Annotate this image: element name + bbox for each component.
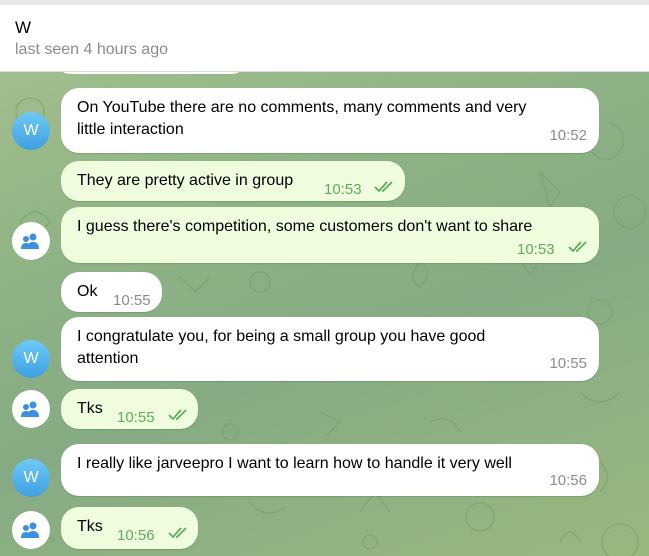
my-avatar[interactable] [12,511,50,549]
group-users-icon [21,233,39,249]
message-time: 10:55 [549,355,587,372]
message-time: 10:55 [117,409,155,426]
message-bubble-outgoing[interactable]: They are pretty active in group 10:53 [61,161,405,201]
group-users-icon [21,522,39,538]
read-double-check-icon [374,181,393,193]
contact-avatar[interactable]: W [12,459,50,497]
chat-window: W last seen 4 hours ago W On YouTube the… [0,0,649,556]
message-time: 10:56 [549,472,587,489]
message-bubble-incoming[interactable]: I congratulate you, for being a small gr… [61,317,599,381]
message-text: On YouTube there are no comments, many c… [77,99,527,138]
group-users-icon [21,401,39,417]
message-bubble-outgoing[interactable]: Tks 10:56 [61,507,198,549]
chat-title[interactable]: W [15,18,31,38]
my-avatar[interactable] [12,222,50,260]
chat-header[interactable]: W last seen 4 hours ago [0,5,649,72]
message-time: 10:53 [517,241,555,258]
last-seen-status: last seen 4 hours ago [15,41,168,58]
message-bubble-outgoing[interactable]: I guess there's competition, some custom… [61,207,599,263]
message-text: I guess there's competition, some custom… [77,218,533,235]
message-text: I really like jarveepro I want to learn … [77,455,512,472]
message-bubble-incoming[interactable]: On YouTube there are no comments, many c… [61,88,599,153]
read-double-check-icon [168,409,187,421]
message-bubble-incoming[interactable]: I really like jarveepro I want to learn … [61,444,599,496]
read-double-check-icon [168,527,187,539]
message-text: I congratulate you, for being a small gr… [77,328,486,367]
message-bubble-incoming[interactable]: Ok 10:55 [61,272,162,312]
message-text: Tks [77,518,103,535]
contact-avatar[interactable]: W [12,340,50,378]
message-time: 10:52 [549,127,587,144]
read-double-check-icon [568,241,587,253]
message-text: They are pretty active in group [77,172,294,189]
contact-avatar[interactable]: W [12,112,50,150]
my-avatar[interactable] [12,390,50,428]
message-time: 10:55 [113,292,151,309]
message-bubble-outgoing[interactable]: Tks 10:55 [61,389,198,429]
message-text: Tks [77,400,103,417]
message-text: Ok [77,283,98,300]
message-time: 10:56 [117,527,155,544]
message-time: 10:53 [324,181,362,198]
